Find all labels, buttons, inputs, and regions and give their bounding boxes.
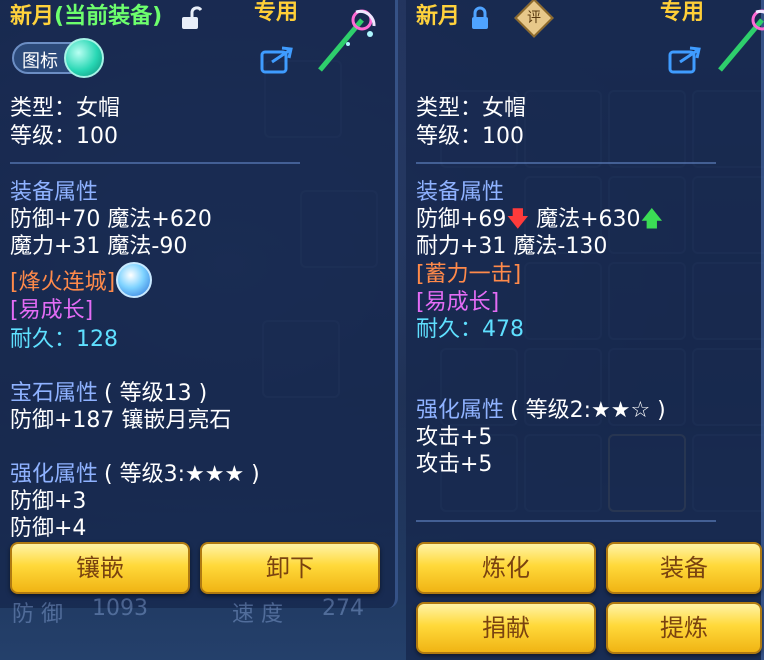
attr-line: 耐力+31 魔法-130 bbox=[416, 234, 608, 259]
eval-badge-label: 评 bbox=[527, 10, 541, 26]
item-level: 等级：100 bbox=[416, 124, 524, 149]
toggle-knob-icon bbox=[64, 38, 104, 78]
share-icon[interactable] bbox=[260, 44, 294, 74]
icon-toggle-label: 图标 bbox=[22, 51, 58, 72]
attr-line: 魔力+31 魔法-90 bbox=[10, 234, 188, 259]
exclusive-label: 专用 bbox=[254, 0, 299, 25]
eval-badge-icon[interactable]: 评 bbox=[514, 0, 554, 38]
character-stats-strip: 防 御 1093 速 度 274 bbox=[0, 584, 398, 660]
down-arrow-icon: 🡇 bbox=[506, 207, 530, 232]
special-skill: [烽火连城] bbox=[10, 270, 116, 295]
divider bbox=[10, 162, 300, 164]
enhance-line: 攻击+5 bbox=[416, 425, 493, 450]
trait: [易成长] bbox=[10, 298, 94, 323]
wand-icon bbox=[718, 9, 764, 72]
stat-speed-label: 速 度 bbox=[232, 602, 283, 627]
enhance-line: 防御+4 bbox=[10, 516, 87, 541]
durability: 耐久：478 bbox=[416, 317, 524, 342]
equip-attr-header: 装备属性 bbox=[416, 180, 505, 205]
extract-button[interactable]: 提炼 bbox=[606, 602, 762, 654]
enhance-header-label: 强化属性 bbox=[10, 462, 99, 487]
attr-line: 防御+70 魔法+620 bbox=[10, 207, 212, 232]
gem-level: ( 等级13 ) bbox=[104, 381, 208, 406]
lock-icon[interactable] bbox=[470, 6, 490, 30]
stat-defense-value: 1093 bbox=[92, 596, 148, 621]
donate-button[interactable]: 捐献 bbox=[416, 602, 596, 654]
attr-defense: 防御+69 bbox=[416, 207, 507, 232]
compare-equipment-panel: 新月 评 专用 类型：女帽 等级：100 装备属性 防御+69🡇 魔法+630🡅… bbox=[406, 0, 764, 660]
item-title: 新月(当前装备) bbox=[10, 4, 162, 30]
special-skill: [蓄力一击] bbox=[416, 262, 522, 287]
enhance-level: ( 等级3:★★★ ) bbox=[104, 462, 260, 487]
item-name: 新月 bbox=[416, 4, 461, 29]
enhance-attr-header: 强化属性( 等级3:★★★ ) bbox=[10, 462, 260, 488]
gem-line: 防御+187 镶嵌月亮石 bbox=[10, 408, 232, 433]
share-icon[interactable] bbox=[668, 44, 702, 74]
refine-button[interactable]: 炼化 bbox=[416, 542, 596, 594]
divider bbox=[416, 162, 716, 164]
attr-magic: 魔法+630 bbox=[536, 207, 641, 232]
current-equipment-panel: 新月(当前装备) 专用 图标 类型：女帽 等级：100 装备属性 防御+70 魔… bbox=[0, 0, 398, 608]
attr-line: 防御+69🡇 魔法+630🡅 bbox=[416, 207, 663, 233]
equipped-status: (当前装备) bbox=[54, 4, 163, 29]
trait: [易成长] bbox=[416, 290, 500, 315]
exclusive-label: 专用 bbox=[660, 0, 705, 25]
icon-toggle[interactable]: 图标 bbox=[12, 38, 104, 78]
enhance-line: 防御+3 bbox=[10, 489, 87, 514]
gem-attr-header: 宝石属性( 等级13 ) bbox=[10, 381, 207, 407]
divider bbox=[416, 520, 716, 522]
stat-defense-label: 防 御 bbox=[12, 602, 63, 627]
up-arrow-icon: 🡅 bbox=[640, 207, 664, 232]
skill-orb-icon[interactable] bbox=[116, 262, 152, 298]
enhance-level: ( 等级2:★★☆ ) bbox=[510, 398, 666, 423]
item-type: 类型：女帽 bbox=[10, 96, 121, 121]
equip-button[interactable]: 装备 bbox=[606, 542, 762, 594]
enhance-header-label: 强化属性 bbox=[416, 398, 505, 423]
durability: 耐久：128 bbox=[10, 327, 118, 352]
wand-icon bbox=[318, 9, 376, 72]
enhance-line: 攻击+5 bbox=[416, 452, 493, 477]
item-type: 类型：女帽 bbox=[416, 96, 527, 121]
item-name: 新月 bbox=[10, 4, 55, 29]
unlock-icon[interactable] bbox=[180, 6, 202, 30]
equip-attr-header: 装备属性 bbox=[10, 180, 99, 205]
gem-header-label: 宝石属性 bbox=[10, 381, 99, 406]
item-level: 等级：100 bbox=[10, 124, 118, 149]
stat-speed-value: 274 bbox=[322, 596, 364, 621]
enhance-attr-header: 强化属性( 等级2:★★☆ ) bbox=[416, 398, 666, 424]
